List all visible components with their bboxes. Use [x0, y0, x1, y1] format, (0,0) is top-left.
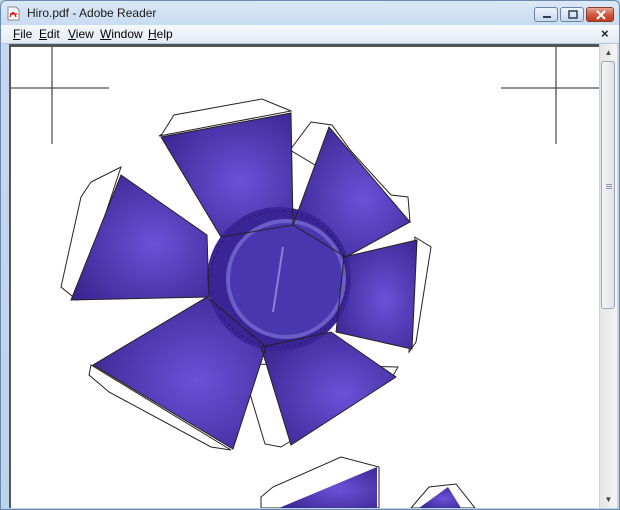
menu-window[interactable]: Window: [100, 27, 143, 41]
app-window: Hiro.pdf - Adobe Reader File Edit View W…: [0, 0, 620, 510]
minimize-button[interactable]: [534, 7, 558, 22]
document-viewer[interactable]: [9, 44, 599, 508]
scroll-thumb[interactable]: [601, 61, 615, 309]
maximize-icon: [568, 10, 578, 19]
document-close-icon[interactable]: ×: [601, 26, 609, 41]
crop-mark-top-right: [501, 47, 599, 144]
vertical-scrollbar[interactable]: ▲ ▼: [599, 44, 617, 508]
menu-edit[interactable]: Edit: [39, 27, 60, 41]
maximize-button[interactable]: [560, 7, 584, 22]
crop-mark-top-left: [11, 47, 109, 144]
grip-icon: [606, 184, 612, 185]
title-bar[interactable]: Hiro.pdf - Adobe Reader: [1, 1, 619, 25]
close-button[interactable]: [586, 7, 614, 22]
close-icon: [596, 10, 606, 20]
menu-help[interactable]: Help: [148, 27, 173, 41]
menu-view[interactable]: View: [68, 27, 94, 41]
menu-file[interactable]: File: [13, 27, 32, 41]
window-title: Hiro.pdf - Adobe Reader: [27, 6, 157, 20]
minimize-icon: [543, 16, 551, 18]
papercraft-template: [11, 47, 599, 508]
scroll-down-icon[interactable]: ▼: [600, 491, 617, 508]
pdf-file-icon: [7, 6, 20, 21]
centre-disc: [207, 207, 351, 351]
menu-bar: File Edit View Window Help ×: [1, 25, 619, 44]
pdf-page: [11, 47, 599, 508]
scroll-up-icon[interactable]: ▲: [600, 44, 617, 61]
